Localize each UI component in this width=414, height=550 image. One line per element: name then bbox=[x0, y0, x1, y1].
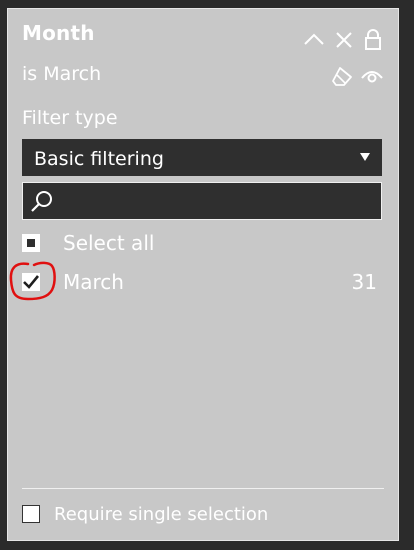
lock-icon[interactable] bbox=[362, 28, 384, 50]
eraser-icon[interactable] bbox=[331, 65, 353, 87]
list-item-march[interactable]: March 31 bbox=[22, 269, 382, 299]
march-count: 31 bbox=[351, 270, 377, 294]
search-input[interactable] bbox=[63, 187, 373, 215]
filter-type-value: Basic filtering bbox=[34, 148, 164, 170]
search-box[interactable] bbox=[22, 182, 382, 220]
partial-indicator bbox=[27, 239, 35, 247]
filter-title: Month bbox=[22, 21, 95, 45]
filter-type-dropdown[interactable]: Basic filtering bbox=[22, 139, 382, 176]
require-single-selection-checkbox[interactable] bbox=[22, 505, 40, 523]
collapse-chevron-up-icon[interactable] bbox=[303, 29, 325, 51]
eye-icon[interactable] bbox=[361, 65, 383, 87]
select-all-checkbox[interactable] bbox=[22, 234, 40, 252]
search-icon bbox=[31, 191, 52, 212]
select-all-label: Select all bbox=[63, 231, 155, 255]
chevron-down-icon bbox=[360, 153, 370, 161]
divider bbox=[22, 488, 384, 489]
require-single-selection-label: Require single selection bbox=[54, 504, 269, 525]
filter-type-label: Filter type bbox=[22, 107, 118, 129]
list-item-select-all[interactable]: Select all bbox=[22, 231, 382, 261]
march-checkbox[interactable] bbox=[22, 273, 40, 291]
filter-summary: is March bbox=[22, 63, 102, 85]
filter-card: Month is March Filter type Basic filteri… bbox=[7, 8, 399, 541]
march-label: March bbox=[63, 270, 124, 294]
close-icon[interactable] bbox=[333, 29, 355, 51]
checkmark-icon bbox=[23, 275, 40, 289]
